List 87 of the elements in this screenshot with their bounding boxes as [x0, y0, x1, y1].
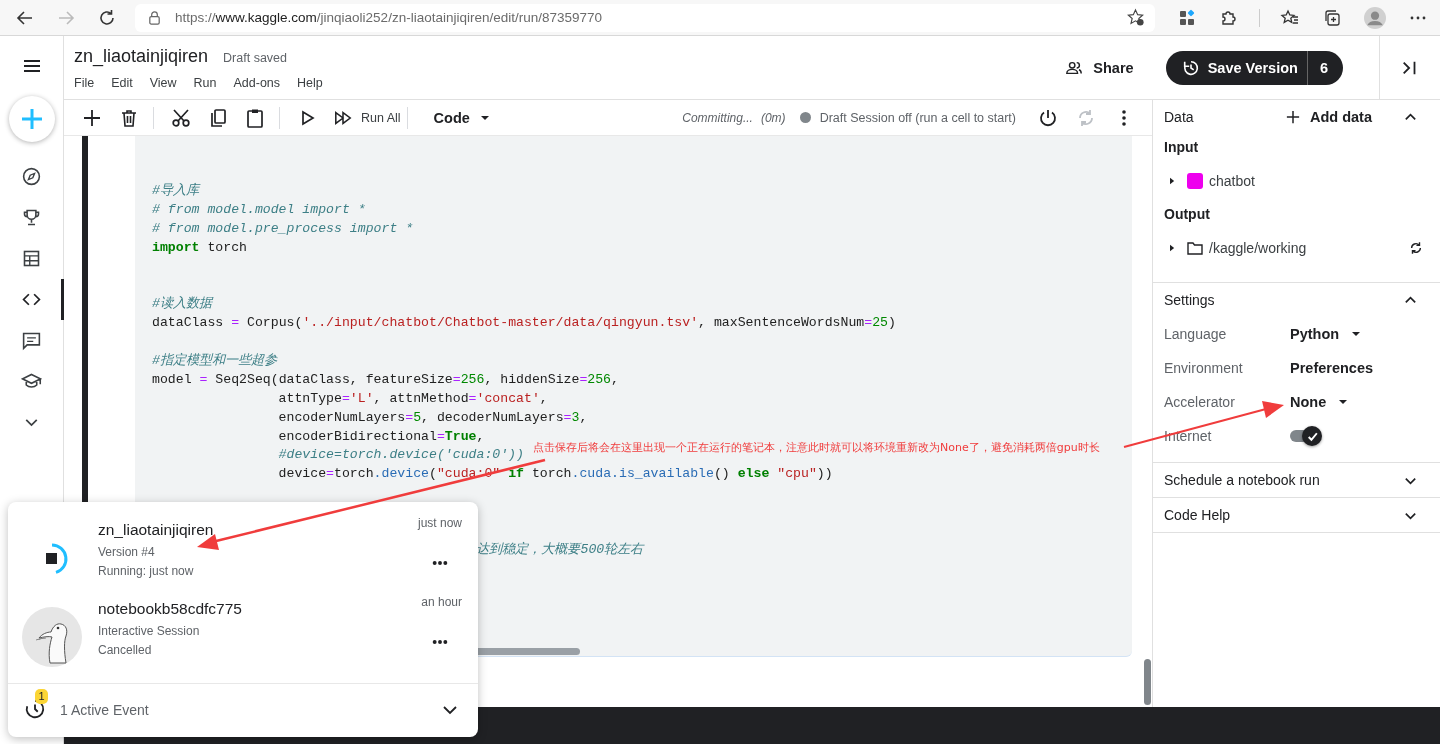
add-favorite-icon[interactable] — [1126, 8, 1145, 27]
section-title[interactable]: Schedule a notebook run — [1164, 472, 1403, 488]
setting-dropdown[interactable]: None — [1290, 394, 1349, 410]
ellipsis-icon[interactable] — [432, 560, 448, 566]
menu-item[interactable]: Help — [297, 75, 323, 90]
share-button[interactable]: Share — [1057, 49, 1142, 86]
restart-icon[interactable] — [1076, 107, 1096, 128]
section-title[interactable]: Code Help — [1164, 507, 1403, 523]
notebook-title[interactable]: zn_liaotainjiqiren — [74, 45, 209, 67]
cell-type-dropdown[interactable]: Code — [433, 109, 490, 126]
caret-icon — [1338, 397, 1349, 407]
delete-icon[interactable] — [119, 107, 139, 128]
code-line: #device=torch.device('cuda:0')) — [277, 446, 524, 465]
code-line: #导入库 — [152, 182, 199, 200]
activity-status: Running: just now — [98, 563, 195, 580]
annotation-text: 点击保存后将会在这里出现一个正在运行的笔记本，注意此时就可以将环境重新改为None了，避免消耗两倍gpu时长 — [533, 440, 1100, 455]
menu-item[interactable]: View — [149, 75, 177, 90]
save-version-button[interactable]: Save Version — [1165, 50, 1308, 85]
setting-label: Language — [1164, 326, 1228, 342]
compass-icon — [21, 166, 42, 187]
paste-icon[interactable] — [245, 107, 265, 128]
scrollbar-thumb[interactable] — [1144, 659, 1151, 705]
code-line: #指定模型和一些超参 — [152, 352, 277, 370]
activity-title[interactable]: zn_liaotainjiqiren — [98, 520, 418, 540]
table-icon — [21, 248, 42, 269]
run-all-button[interactable]: Run All — [334, 108, 401, 127]
menu-item[interactable]: Edit — [111, 75, 133, 90]
refresh-icon[interactable] — [1409, 241, 1423, 255]
ellipsis-icon[interactable] — [432, 639, 448, 646]
active-events-label[interactable]: 1 Active Event — [60, 702, 149, 719]
panel-title: Settings — [1164, 292, 1216, 308]
comment-icon — [21, 330, 42, 351]
add-cell-icon[interactable] — [82, 107, 102, 128]
input-label: Input — [1163, 138, 1200, 157]
history-icon — [1181, 58, 1200, 77]
output-label: Output — [1163, 205, 1211, 224]
code-line: # from model.model import * — [152, 200, 366, 219]
profile-avatar-icon[interactable] — [1364, 6, 1386, 29]
folder-path[interactable]: /kaggle/working — [1209, 240, 1307, 256]
save-status: Draft saved — [223, 50, 287, 65]
folder-icon — [1187, 240, 1203, 256]
activity-subtitle: Interactive Session — [98, 623, 201, 641]
lock-icon — [147, 10, 162, 25]
session-status: Draft Session off (run a cell to start) — [819, 110, 1016, 125]
code-line: # from model.pre_process import * — [152, 219, 414, 238]
power-icon[interactable] — [1038, 107, 1058, 128]
collections-icon[interactable] — [1322, 7, 1342, 28]
count-badge: 1 — [35, 689, 48, 705]
setting-dropdown[interactable]: Python — [1290, 326, 1362, 342]
reload-icon[interactable] — [97, 7, 117, 28]
activity-status: Cancelled — [98, 642, 153, 660]
setting-label: Accelerator — [1164, 394, 1236, 410]
setting-link[interactable]: Preferences — [1290, 360, 1374, 376]
activity-time: an hour — [421, 595, 462, 610]
panel-title: Data — [1164, 109, 1195, 125]
commit-time: (0m) — [760, 110, 786, 125]
version-count-button[interactable]: 6 — [1307, 50, 1343, 85]
code-line: dataClass = Corpus('../input/chatbot/Chatbot-master/data/qingyun.tsv', maxSentenceWordsNum=25) — [152, 314, 896, 333]
activity-subtitle: Version #4 — [98, 544, 156, 561]
code-line: attnType='L', attnMethod='concat', — [277, 389, 548, 408]
code-line: encoderBidirectional=True, — [277, 427, 485, 446]
plus-icon — [19, 107, 44, 131]
activity-title[interactable]: notebookb58cdfc775 — [98, 599, 422, 620]
activity-time: just now — [417, 516, 462, 530]
expand-arrow-icon[interactable] — [1170, 244, 1175, 252]
menu-item[interactable]: Run — [193, 75, 217, 90]
expand-arrow-icon[interactable] — [1170, 177, 1175, 185]
code-line: import torch — [152, 238, 247, 257]
setting-label: Environment — [1164, 360, 1244, 376]
code-line: encoderNumLayers=5, decoderNumLayers=3, — [277, 408, 588, 427]
code-line: model = Seq2Seq(dataClass, featureSize=256, hiddenSize=256, — [152, 370, 619, 389]
add-data-button[interactable]: Add data — [1285, 109, 1372, 125]
status-dot-icon — [799, 112, 811, 123]
menu-item[interactable]: Add-ons — [233, 75, 281, 90]
menu-item[interactable]: File — [74, 75, 95, 90]
caret-icon — [1351, 329, 1362, 339]
commit-status: Committing... — [682, 110, 753, 125]
apps-icon[interactable] — [1177, 7, 1197, 28]
cut-icon[interactable] — [171, 107, 191, 128]
plus-icon — [1285, 110, 1300, 124]
copy-icon[interactable] — [208, 107, 228, 128]
trophy-icon — [21, 207, 42, 228]
code-line: #读入数据 — [152, 295, 212, 314]
address-bar[interactable]: https://www.kaggle.com/jinqiaoli252/zn-liaotainjiqiren/edit/run/87359770 — [135, 3, 1155, 32]
fast-forward-icon — [334, 108, 352, 127]
dataset-name[interactable]: chatbot — [1209, 173, 1255, 189]
code-line: 达到稳定，大概要500轮左右 — [475, 540, 644, 559]
